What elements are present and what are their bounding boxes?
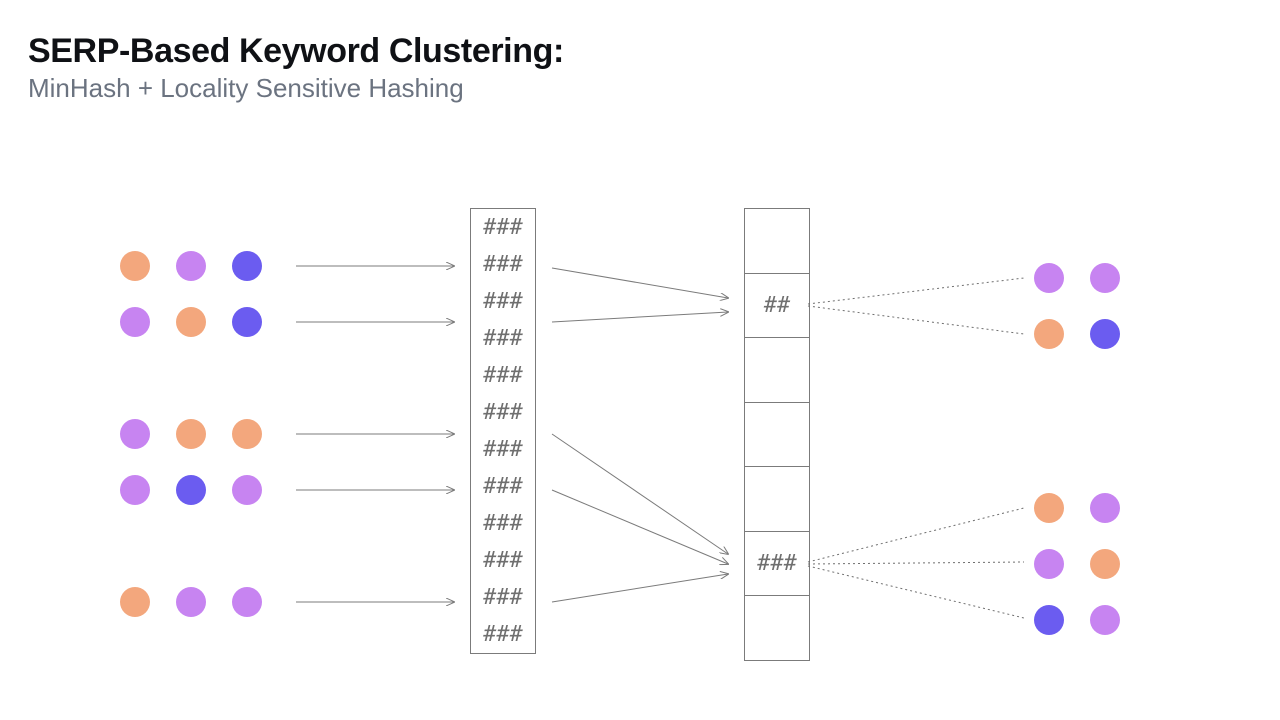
arrows-minhash-to-lsh	[552, 268, 728, 602]
input-dot	[120, 475, 150, 505]
input-dot	[232, 251, 262, 281]
lsh-cell	[745, 209, 809, 273]
lsh-cell	[745, 466, 809, 531]
output-dot	[1034, 319, 1064, 349]
arrow-minhash-to-lsh	[552, 434, 728, 554]
title-block: SERP-Based Keyword Clustering: MinHash +…	[28, 32, 564, 104]
input-dot	[176, 475, 206, 505]
minhash-cell: ###	[471, 283, 535, 320]
lsh-cell: ##	[745, 273, 809, 338]
dotted-line	[808, 508, 1024, 562]
input-dot	[120, 419, 150, 449]
output-dot	[1034, 493, 1064, 523]
dotted-line	[808, 562, 1024, 564]
page-title: SERP-Based Keyword Clustering:	[28, 32, 564, 71]
input-dot	[232, 587, 262, 617]
dotted-line	[808, 306, 1024, 334]
minhash-cell: ###	[471, 394, 535, 431]
lsh-cell: ###	[745, 531, 809, 596]
diagram-stage: SERP-Based Keyword Clustering: MinHash +…	[0, 0, 1280, 720]
minhash-cell: ###	[471, 209, 535, 246]
lsh-cell	[745, 595, 809, 660]
input-dot	[176, 587, 206, 617]
minhash-cell: ###	[471, 616, 535, 653]
lsh-column: #####	[744, 208, 810, 661]
input-dot	[176, 419, 206, 449]
minhash-cell: ###	[471, 542, 535, 579]
input-dot	[232, 475, 262, 505]
output-dot	[1090, 493, 1120, 523]
output-dot	[1090, 549, 1120, 579]
input-dot	[120, 251, 150, 281]
page-subtitle: MinHash + Locality Sensitive Hashing	[28, 73, 564, 104]
input-dot	[120, 587, 150, 617]
minhash-cell: ###	[471, 431, 535, 468]
minhash-cell: ###	[471, 505, 535, 542]
lsh-cell	[745, 337, 809, 402]
output-dot	[1090, 263, 1120, 293]
arrow-minhash-to-lsh	[552, 268, 728, 298]
dotted-output-lines	[808, 278, 1024, 618]
minhash-cell: ###	[471, 357, 535, 394]
minhash-cell: ###	[471, 246, 535, 283]
dotted-line	[808, 278, 1024, 304]
input-dot	[120, 307, 150, 337]
input-dot	[232, 307, 262, 337]
arrow-minhash-to-lsh	[552, 312, 728, 322]
input-dot	[176, 251, 206, 281]
input-dot	[176, 307, 206, 337]
output-dot	[1090, 605, 1120, 635]
output-dot	[1034, 605, 1064, 635]
arrow-minhash-to-lsh	[552, 490, 728, 564]
arrow-minhash-to-lsh	[552, 574, 728, 602]
input-dot	[232, 419, 262, 449]
dotted-line	[808, 566, 1024, 618]
minhash-cell: ###	[471, 320, 535, 357]
lsh-cell	[745, 402, 809, 467]
minhash-cell: ###	[471, 468, 535, 505]
output-dot	[1034, 549, 1064, 579]
minhash-column: ####################################	[470, 208, 536, 654]
minhash-cell: ###	[471, 579, 535, 616]
output-dot	[1034, 263, 1064, 293]
arrows-input-to-minhash	[296, 266, 454, 602]
output-dot	[1090, 319, 1120, 349]
